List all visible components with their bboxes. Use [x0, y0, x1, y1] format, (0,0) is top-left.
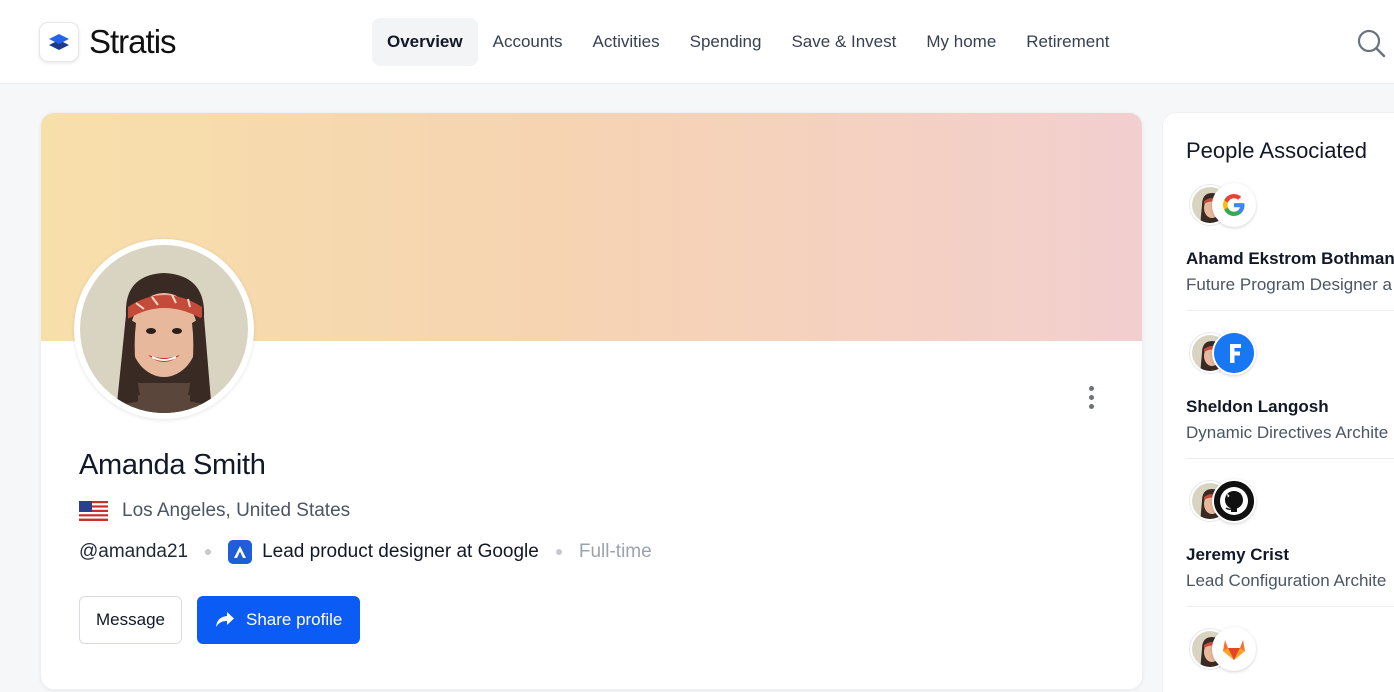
profile-name: Amanda Smith: [79, 449, 266, 481]
people-associated-panel: People Associated Ahamd Ekstrom Bothman …: [1162, 112, 1394, 692]
nav-item-overview[interactable]: Overview: [372, 18, 478, 66]
share-profile-button[interactable]: Share profile: [196, 596, 361, 644]
nav-item-my-home[interactable]: My home: [911, 18, 1011, 66]
divider: [1186, 458, 1394, 459]
person-name: Sheldon Langosh: [1186, 397, 1329, 416]
profile-handle[interactable]: @amanda21: [79, 541, 188, 563]
person-item[interactable]: Ahamd Ekstrom Bothman Future Program Des…: [1186, 183, 1394, 295]
divider: [1186, 606, 1394, 607]
person-role: Dynamic Directives Archite: [1186, 423, 1389, 442]
nav-item-retirement[interactable]: Retirement: [1011, 18, 1124, 66]
person-item[interactable]: Jeremy Crist Lead Configuration Archite: [1186, 479, 1394, 591]
company-logo-icon: [228, 540, 253, 564]
app-name[interactable]: Stratis: [89, 22, 177, 62]
person-role: Future Program Designer a: [1186, 275, 1392, 294]
profile-avatar[interactable]: [74, 239, 254, 419]
nav-item-save-invest[interactable]: Save & Invest: [776, 18, 911, 66]
facebook-icon: [1212, 331, 1256, 375]
nav-item-activities[interactable]: Activities: [578, 18, 675, 66]
search-icon[interactable]: [1354, 26, 1388, 60]
profile-location: Los Angeles, United States: [122, 500, 351, 521]
top-navigation-bar: Stratis Overview Accounts Activities Spe…: [0, 0, 1394, 84]
person-avatars: [1186, 627, 1266, 671]
avatar-image: [80, 245, 248, 413]
more-options-icon[interactable]: [1077, 381, 1105, 413]
google-icon: [1212, 183, 1256, 227]
separator-dot: [205, 549, 212, 555]
person-role: Lead Configuration Archite: [1186, 571, 1387, 590]
profile-meta-row: @amanda21 Lead product designer at Googl…: [79, 539, 652, 565]
person-avatars: [1186, 183, 1266, 227]
stratis-logo-icon[interactable]: [39, 22, 79, 62]
main-nav: Overview Accounts Activities Spending Sa…: [372, 18, 1124, 66]
share-profile-label: Share profile: [245, 610, 343, 629]
nav-item-spending[interactable]: Spending: [675, 18, 777, 66]
person-name: Ahamd Ekstrom Bothman: [1186, 249, 1394, 268]
profile-actions: Message Share profile: [79, 596, 361, 644]
profile-card: Amanda Smith Los Angeles, United States …: [40, 112, 1143, 690]
person-item[interactable]: [1186, 627, 1394, 692]
message-button[interactable]: Message: [79, 596, 182, 644]
us-flag-icon: [79, 501, 108, 521]
divider: [1186, 310, 1394, 311]
employment-type: Full-time: [578, 541, 652, 562]
share-arrow-icon: [215, 612, 234, 627]
people-panel-title: People Associated: [1186, 138, 1368, 163]
github-icon: [1212, 479, 1256, 523]
person-item[interactable]: Sheldon Langosh Dynamic Directives Archi…: [1186, 331, 1394, 443]
nav-item-accounts[interactable]: Accounts: [478, 18, 578, 66]
separator-dot: [555, 549, 562, 555]
person-avatars: [1186, 479, 1266, 523]
person-avatars: [1186, 331, 1266, 375]
profile-role: Lead product designer at Google: [262, 541, 539, 562]
person-name: Jeremy Crist: [1186, 545, 1290, 564]
gitlab-icon: [1212, 627, 1256, 671]
location-row: Los Angeles, United States: [79, 499, 350, 523]
